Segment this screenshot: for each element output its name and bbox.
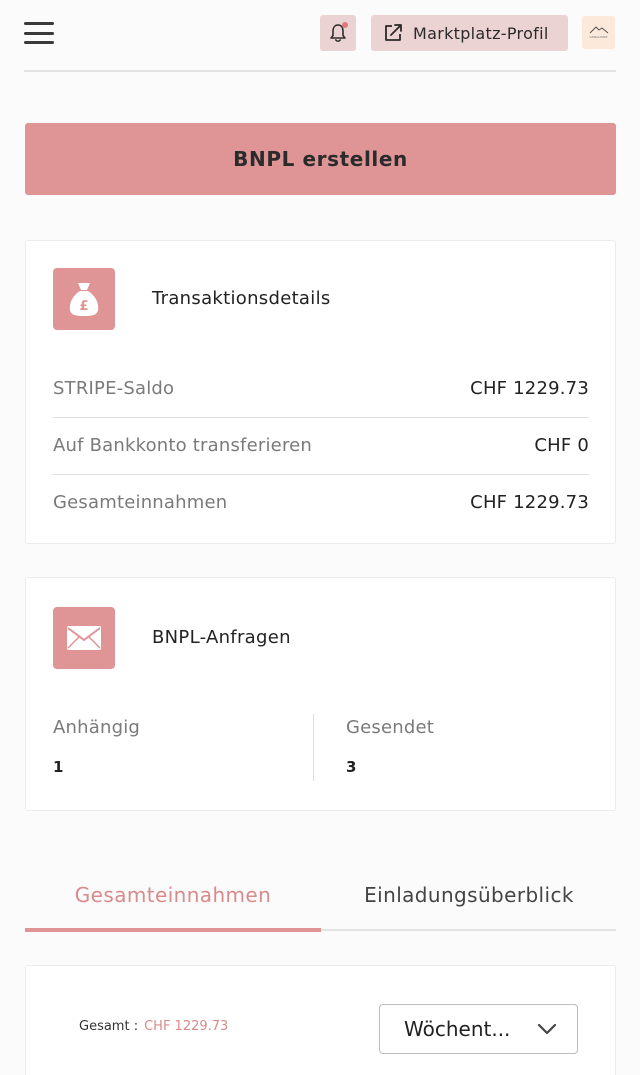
create-bnpl-button[interactable]: BNPL erstellen bbox=[25, 123, 616, 195]
envelope-icon bbox=[67, 626, 101, 650]
pending-count: 1 bbox=[53, 758, 64, 776]
header-divider bbox=[24, 70, 616, 72]
bank-transfer-row: Auf Bankkonto transferieren CHF 0 bbox=[53, 417, 589, 474]
transaction-details-title: Transaktionsdetails bbox=[152, 288, 331, 309]
bank-transfer-value: CHF 0 bbox=[534, 435, 589, 456]
mountain-logo-icon bbox=[589, 26, 608, 34]
envelope-icon-tile bbox=[53, 607, 115, 669]
tab-total-income[interactable]: Gesamteinnahmen bbox=[25, 862, 321, 928]
total-income-value: CHF 1229.73 bbox=[470, 492, 589, 513]
period-selected-value: Wöchent... bbox=[404, 1017, 511, 1041]
total-amount: CHF 1229.73 bbox=[144, 1019, 229, 1034]
tab-bar: Gesamteinnahmen Einladungsüberblick bbox=[25, 862, 616, 932]
money-bag-icon: £ bbox=[69, 283, 99, 316]
notification-dot bbox=[342, 22, 348, 28]
period-select[interactable]: Wöchent... bbox=[379, 1004, 578, 1054]
sent-count: 3 bbox=[346, 758, 357, 776]
chevron-down-icon bbox=[537, 1023, 557, 1035]
total-income-label: Gesamteinnahmen bbox=[53, 492, 228, 513]
sent-stat[interactable]: Gesendet 3 bbox=[346, 717, 434, 776]
bnpl-requests-title: BNPL-Anfragen bbox=[152, 627, 291, 648]
avatar[interactable]: GENALPINE bbox=[582, 16, 615, 49]
sent-label: Gesendet bbox=[346, 717, 435, 738]
external-link-icon bbox=[385, 24, 402, 41]
stripe-balance-value: CHF 1229.73 bbox=[470, 378, 589, 399]
money-bag-icon-tile: £ bbox=[53, 268, 115, 330]
marketplace-profile-button[interactable]: Marktplatz-Profil bbox=[371, 15, 568, 51]
pending-label: Anhängig bbox=[53, 717, 141, 738]
top-bar: Marktplatz-Profil GENALPINE bbox=[0, 0, 640, 72]
bank-transfer-label: Auf Bankkonto transferieren bbox=[53, 435, 313, 456]
total-income-row: Gesamteinnahmen CHF 1229.73 bbox=[53, 474, 589, 531]
svg-text:£: £ bbox=[79, 299, 88, 314]
stripe-balance-label: STRIPE-Saldo bbox=[53, 378, 175, 399]
pending-stat[interactable]: Anhängig 1 bbox=[53, 717, 140, 776]
tab-invitation-overview[interactable]: Einladungsüberblick bbox=[321, 862, 617, 928]
bnpl-requests-card: BNPL-Anfragen Anhängig 1 Gesendet 3 bbox=[25, 577, 616, 811]
active-tab-indicator bbox=[25, 928, 321, 932]
avatar-logo-text: GENALPINE bbox=[589, 35, 608, 39]
income-summary-card: Gesamt : CHF 1229.73 Wöchent... bbox=[25, 965, 616, 1075]
balance-row: STRIPE-Saldo CHF 1229.73 bbox=[53, 360, 589, 417]
marketplace-profile-label: Marktplatz-Profil bbox=[413, 23, 549, 43]
hamburger-menu-icon[interactable] bbox=[24, 22, 54, 44]
total-summary: Gesamt : CHF 1229.73 bbox=[79, 1019, 228, 1034]
transaction-details-card: £ Transaktionsdetails STRIPE-Saldo CHF 1… bbox=[25, 240, 616, 544]
total-label: Gesamt : bbox=[79, 1019, 139, 1034]
notifications-button[interactable] bbox=[320, 15, 356, 51]
stat-divider bbox=[313, 714, 314, 781]
